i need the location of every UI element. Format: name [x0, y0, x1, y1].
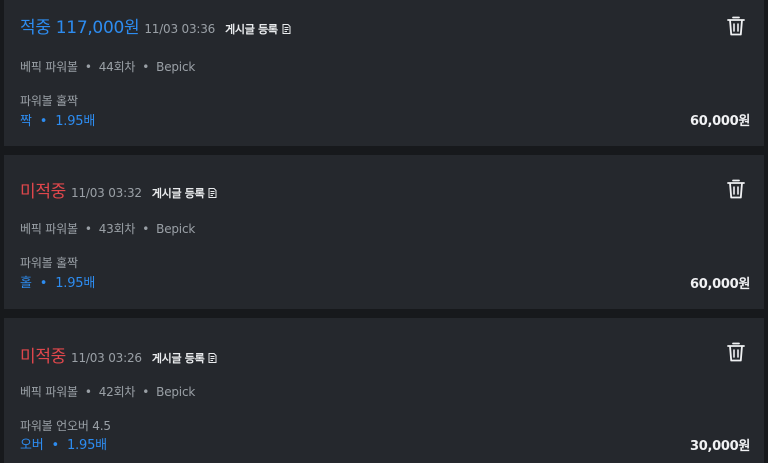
bet-pick: 오버 • 1.95배: [20, 438, 107, 453]
odds-value: 1.95배: [55, 114, 96, 129]
bet-status: 적중 117,000원: [20, 18, 140, 38]
round-number: 44회차: [98, 60, 136, 74]
bet-market: 파워볼 홀짝: [20, 256, 78, 270]
game-name: 베픽 파워볼: [20, 222, 78, 236]
bet-card-header: 미적중 11/03 03:26 게시글 등록: [20, 342, 217, 367]
bet-market: 파워볼 홀짝: [20, 94, 78, 108]
bet-meta: 베픽 파워볼 • 43회차 • Bepick: [20, 222, 196, 236]
post-register-label: 게시글 등록: [151, 352, 205, 365]
trash-icon[interactable]: [726, 178, 746, 200]
site-name: Bepick: [156, 385, 196, 399]
site-name: Bepick: [156, 60, 196, 74]
odds-value: 1.95배: [55, 276, 96, 291]
bet-time: 11/03 03:36: [144, 22, 216, 36]
pencil-document-icon: [208, 353, 217, 363]
trash-icon[interactable]: [726, 341, 746, 363]
bet-history-list: 적중 117,000원 11/03 03:36 게시글 등록 베픽 파워볼 • 44…: [0, 0, 768, 463]
pick-value: 짝: [20, 114, 32, 129]
bet-status: 미적중: [20, 347, 67, 367]
bet-pick: 홀 • 1.95배: [20, 276, 96, 291]
post-register-label: 게시글 등록: [151, 187, 205, 200]
round-number: 43회차: [98, 222, 136, 236]
site-name: Bepick: [156, 222, 196, 236]
pick-value: 홀: [20, 276, 32, 291]
post-register-button[interactable]: 게시글 등록: [152, 350, 218, 366]
bet-status: 미적중: [20, 182, 67, 202]
post-register-label: 게시글 등록: [225, 23, 278, 36]
bet-amount: 30,000원: [689, 439, 750, 454]
trash-icon[interactable]: [726, 15, 746, 37]
bet-card-header: 미적중 11/03 03:32 게시글 등록: [20, 177, 217, 202]
round-number: 42회차: [98, 385, 136, 399]
bet-meta: 베픽 파워볼 • 42회차 • Bepick: [20, 385, 196, 399]
post-register-button[interactable]: 게시글 등록: [152, 185, 218, 201]
bet-card: 미적중 11/03 03:32 게시글 등록 베픽 파워볼 • 43회차 • Bepic…: [4, 155, 764, 309]
game-name: 베픽 파워볼: [20, 385, 78, 399]
pencil-document-icon: [208, 188, 217, 198]
game-name: 베픽 파워볼: [20, 60, 78, 74]
bet-time: 11/03 03:32: [71, 186, 142, 200]
bet-market: 파워볼 언오버 4.5: [20, 419, 111, 433]
bet-amount: 60,000원: [689, 114, 750, 129]
bet-card: 미적중 11/03 03:26 게시글 등록 베픽 파워볼 • 42회차 • Bepic…: [4, 318, 764, 463]
bet-pick: 짝 • 1.95배: [20, 114, 96, 129]
bet-time: 11/03 03:26: [71, 351, 142, 365]
post-register-button[interactable]: 게시글 등록: [225, 21, 291, 37]
pick-value: 오버: [20, 438, 44, 453]
bet-meta: 베픽 파워볼 • 44회차 • Bepick: [20, 60, 196, 74]
bet-card-header: 적중 117,000원 11/03 03:36 게시글 등록: [20, 13, 291, 38]
bet-card: 적중 117,000원 11/03 03:36 게시글 등록 베픽 파워볼 • 44…: [4, 0, 764, 146]
odds-value: 1.95배: [67, 438, 107, 453]
pencil-document-icon: [282, 24, 291, 34]
bet-amount: 60,000원: [689, 277, 750, 292]
